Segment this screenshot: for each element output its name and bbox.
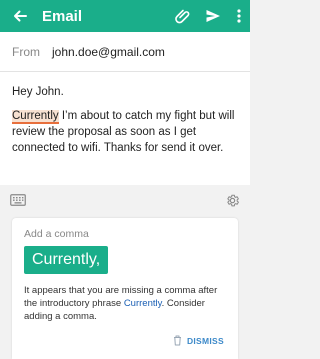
from-label: From bbox=[12, 44, 40, 59]
app-bar: Email bbox=[0, 0, 250, 32]
suggestion-explanation: It appears that you are missing a comma … bbox=[24, 284, 226, 323]
suggestion-card: Add a comma Currently, It appears that y… bbox=[12, 218, 238, 359]
explanation-highlight-word: Currently bbox=[123, 298, 162, 309]
email-body-editor[interactable]: Hey John. Currently I’m about to catch m… bbox=[0, 72, 250, 185]
keyboard-toolbar bbox=[0, 185, 250, 215]
back-button[interactable] bbox=[0, 0, 40, 32]
send-icon bbox=[206, 10, 220, 22]
paperclip-icon bbox=[175, 9, 190, 24]
dismiss-button[interactable]: DISMISS bbox=[173, 335, 224, 346]
email-paragraph: Currently I’m about to catch my fight bu… bbox=[12, 108, 238, 156]
flagged-word[interactable]: Currently bbox=[12, 110, 59, 124]
suggestion-caption: Add a comma bbox=[24, 228, 89, 240]
more-vertical-icon bbox=[237, 9, 241, 23]
from-address[interactable]: john.doe@gmail.com bbox=[52, 45, 165, 59]
attach-button[interactable] bbox=[168, 0, 198, 32]
email-greeting: Hey John. bbox=[12, 86, 64, 98]
gear-icon[interactable] bbox=[225, 193, 240, 208]
keyboard-icon[interactable] bbox=[10, 194, 26, 206]
app-bar-title: Email bbox=[42, 7, 83, 25]
more-menu-button[interactable] bbox=[228, 0, 250, 32]
trash-icon bbox=[173, 335, 181, 346]
dismiss-label: DISMISS bbox=[186, 335, 224, 346]
suggestion-chip[interactable]: Currently, bbox=[24, 246, 109, 274]
app-bar-actions bbox=[168, 0, 250, 32]
arrow-left-icon bbox=[14, 10, 27, 22]
send-button[interactable] bbox=[198, 0, 228, 32]
from-row: From john.doe@gmail.com bbox=[0, 32, 250, 72]
